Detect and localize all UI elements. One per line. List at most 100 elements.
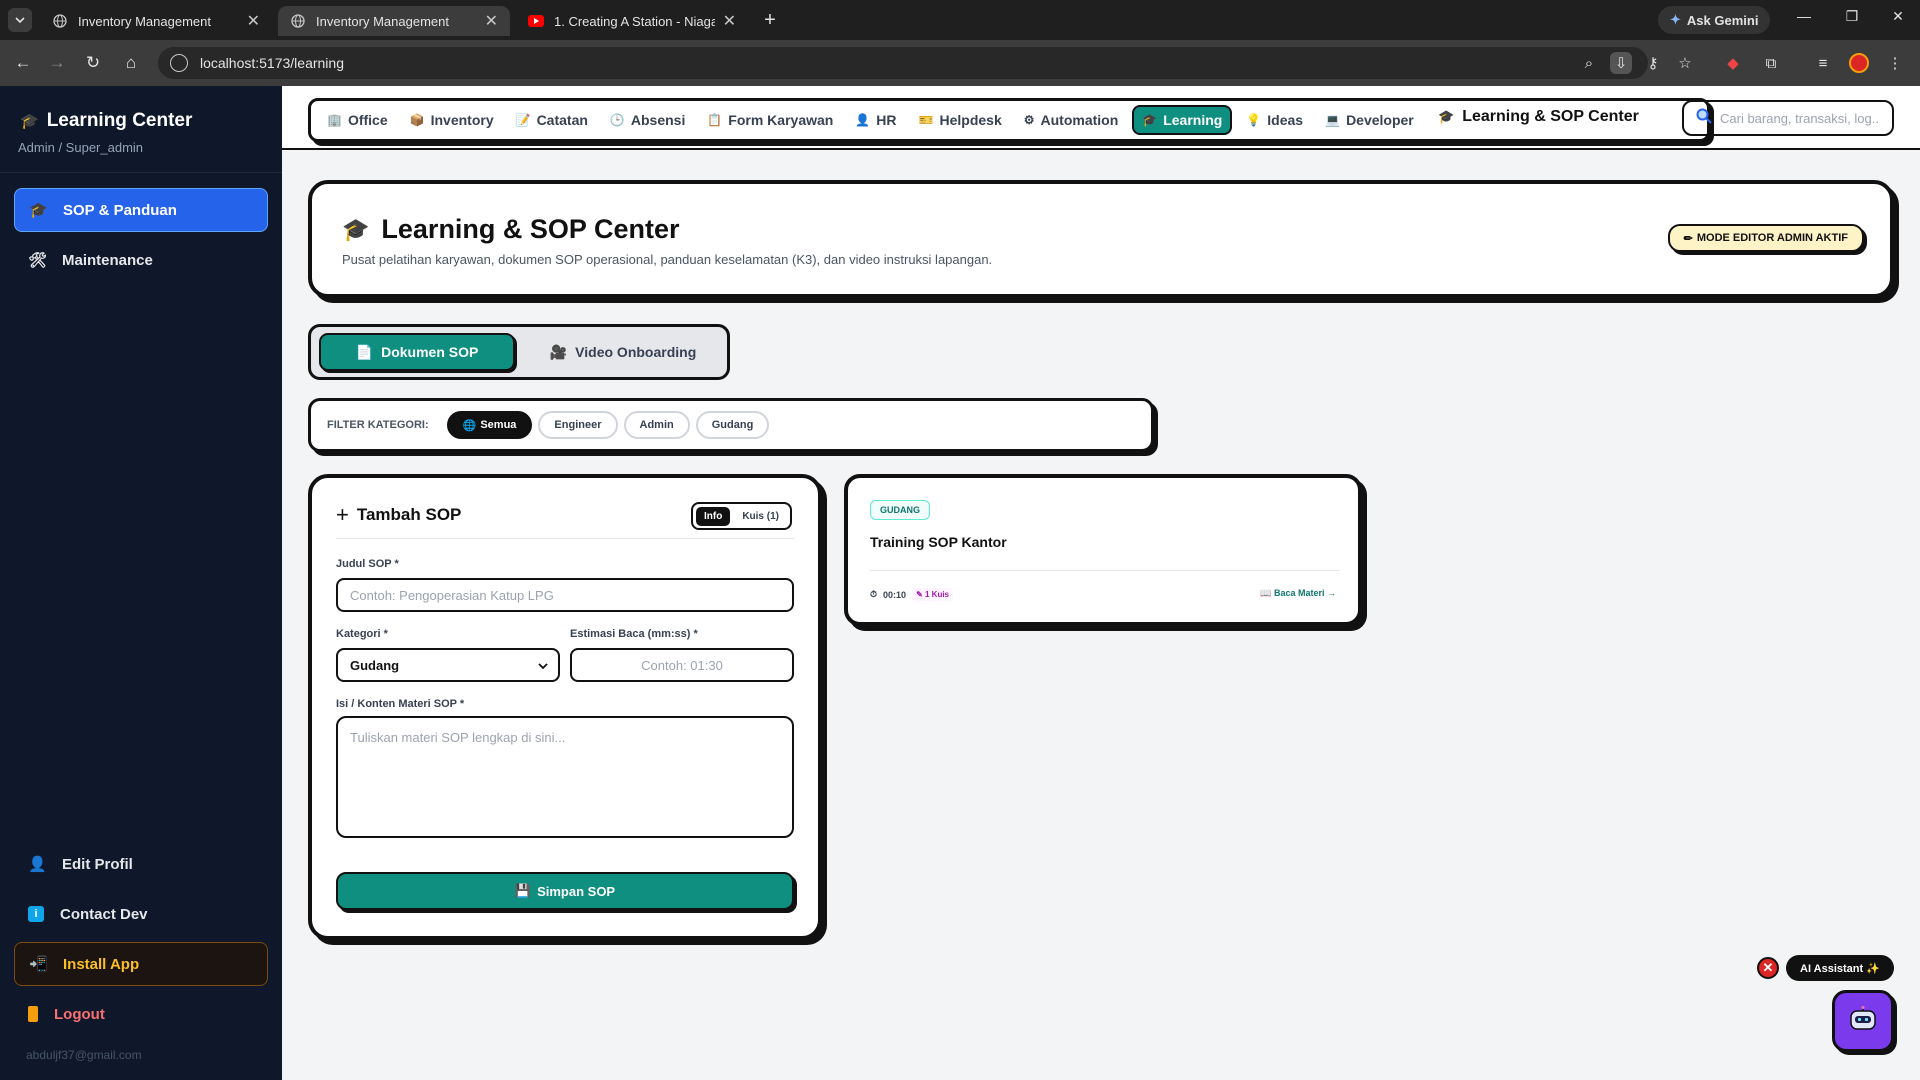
nav-ideas[interactable]: 💡 Ideas <box>1238 105 1311 135</box>
password-key-icon[interactable]: ⚷ <box>1642 52 1664 74</box>
sop-meta: ⏱ 00:10 ✎ 1 Kuis <box>870 588 954 601</box>
ai-assistant-label[interactable]: AI Assistant ✨ <box>1786 955 1894 981</box>
chip-label: Gudang <box>711 419 754 431</box>
gemini-sparkle-icon: ✦ <box>1670 12 1681 27</box>
forward-arrow-icon[interactable]: → <box>44 50 70 76</box>
plus-icon: + <box>336 502 349 527</box>
close-icon[interactable]: ✕ <box>723 11 736 31</box>
browser-menu-icon[interactable]: ⋮ <box>1884 52 1906 74</box>
form-divider <box>336 538 794 539</box>
quiz-badge: ✎ 1 Kuis <box>912 588 954 601</box>
save-sop-button[interactable]: 💾 Simpan SOP <box>336 872 794 910</box>
form-section-toggle: Info Kuis (1) <box>691 502 792 530</box>
filter-chip-engineer[interactable]: Engineer <box>538 411 618 439</box>
zoom-icon[interactable]: ⌕ <box>1578 52 1600 74</box>
nav-developer[interactable]: 💻 Developer <box>1317 105 1422 135</box>
filter-chip-gudang[interactable]: Gudang <box>695 411 770 439</box>
content-type-tabs: 📄 Dokumen SOP 🎥 Video Onboarding <box>308 324 730 380</box>
install-app-button[interactable]: 📲 Install App <box>14 942 268 986</box>
konten-label: Isi / Konten Materi SOP * <box>336 698 465 710</box>
read-material-link[interactable]: 📖 Baca Materi → <box>1260 588 1336 599</box>
install-icon: 📲 <box>29 956 48 973</box>
document-icon: 📄 <box>355 343 374 360</box>
filter-chip-admin[interactable]: Admin <box>623 411 690 439</box>
nav-helpdesk[interactable]: 🎫 Helpdesk <box>911 105 1010 135</box>
nav-inventory[interactable]: 📦 Inventory <box>402 105 502 135</box>
chip-label: Semua <box>480 419 517 431</box>
tab-label: Dokumen SOP <box>381 344 479 360</box>
bookmark-star-icon[interactable]: ☆ <box>1674 52 1696 74</box>
nav-form-karyawan[interactable]: 📋 Form Karyawan <box>699 105 841 135</box>
browser-tab[interactable]: Inventory Management ✕ <box>40 6 272 36</box>
page-breadcrumb: 🎓 Learning & SOP Center <box>1438 108 1639 126</box>
gear-icon: ⚙ <box>1023 113 1035 127</box>
tab-video-onboarding[interactable]: 🎥 Video Onboarding <box>525 333 721 371</box>
note-icon: 📝 <box>515 113 531 127</box>
sop-title: Training SOP Kantor <box>870 534 1007 550</box>
extension-icon[interactable]: ◆ <box>1722 52 1744 74</box>
nav-learning[interactable]: 🎓 Learning <box>1132 105 1233 135</box>
tab-dokumen-sop[interactable]: 📄 Dokumen SOP <box>319 333 515 371</box>
home-icon[interactable]: ⌂ <box>118 50 144 76</box>
sidebar-item-sop-panduan[interactable]: 🎓 SOP & Panduan <box>14 188 268 232</box>
minimize-button[interactable]: — <box>1784 8 1824 24</box>
profile-avatar-icon[interactable] <box>1848 52 1870 74</box>
konten-textarea[interactable]: Tuliskan materi SOP lengkap di sini... <box>336 716 794 838</box>
pencil-icon: ✏ <box>1683 232 1693 245</box>
window-close-button[interactable]: ✕ <box>1878 8 1918 25</box>
ai-assistant-close-button[interactable]: ✕ <box>1757 957 1779 979</box>
kategori-value: Gudang <box>350 657 400 673</box>
filter-chip-semua[interactable]: 🌐 Semua <box>446 411 533 439</box>
form-title-text: Tambah SOP <box>356 505 462 524</box>
nav-label: Learning <box>1163 112 1223 128</box>
search-input[interactable] <box>1720 110 1880 126</box>
site-info-icon[interactable] <box>170 54 188 72</box>
global-search[interactable] <box>1682 100 1894 136</box>
reload-icon[interactable]: ↻ <box>80 50 106 76</box>
nav-hr[interactable]: 👤 HR <box>847 105 904 135</box>
nav-automation[interactable]: ⚙ Automation <box>1016 105 1127 135</box>
quiz-count: 1 Kuis <box>925 590 950 599</box>
ai-assistant-button[interactable] <box>1832 990 1894 1052</box>
close-icon[interactable]: ✕ <box>485 11 498 31</box>
sidebar-item-contact-dev[interactable]: i Contact Dev <box>14 892 268 936</box>
seg-kuis[interactable]: Kuis (1) <box>734 507 787 526</box>
sidebar-brand: 🎓 Learning Center <box>20 110 192 132</box>
estimasi-input[interactable]: Contoh: 01:30 <box>570 648 794 682</box>
sidebar-item-maintenance[interactable]: 🛠 Maintenance <box>14 238 268 282</box>
close-icon[interactable]: ✕ <box>247 11 260 31</box>
media-controls-icon[interactable]: ≡ <box>1812 52 1834 74</box>
form-title: + Tambah SOP <box>336 502 461 528</box>
nav-label: Automation <box>1040 112 1119 128</box>
nav-label: Absensi <box>630 112 686 128</box>
ask-gemini-button[interactable]: ✦ Ask Gemini <box>1658 6 1771 34</box>
address-bar[interactable]: localhost:5173/learning <box>158 47 1648 79</box>
seg-info[interactable]: Info <box>696 506 731 526</box>
kategori-label: Kategori * <box>336 628 388 640</box>
nav-office[interactable]: 🏢 Office <box>319 105 396 135</box>
judul-sop-input[interactable]: Contoh: Pengoperasian Katup LPG <box>336 578 794 612</box>
category-badge: GUDANG <box>870 500 930 520</box>
restore-button[interactable]: ❐ <box>1832 8 1872 25</box>
book-icon: 📖 <box>1260 588 1272 598</box>
chevron-down-icon <box>538 658 548 673</box>
page-header-card: 🎓 Learning & SOP Center Pusat pelatihan … <box>308 180 1894 298</box>
top-navigation: 🏢 Office 📦 Inventory 📝 Catatan 🕒 Absensi 📋 Fo… <box>282 86 1920 150</box>
tab-search-button[interactable] <box>8 8 32 32</box>
back-arrow-icon[interactable]: ← <box>10 50 36 76</box>
kategori-select[interactable]: Gudang <box>336 648 560 682</box>
search-icon <box>1696 108 1712 129</box>
globe-icon: 🌐 <box>462 419 477 432</box>
sidebar-item-edit-profil[interactable]: 👤 Edit Profil <box>14 842 268 886</box>
nav-absensi[interactable]: 🕒 Absensi <box>602 105 693 135</box>
category-filter: FILTER KATEGORI: 🌐 Semua Engineer Admin … <box>308 398 1154 452</box>
sop-divider <box>870 570 1340 571</box>
browser-tab-active[interactable]: Inventory Management ✕ <box>278 6 510 36</box>
logout-button[interactable]: Logout <box>14 992 268 1036</box>
extensions-puzzle-icon[interactable]: ⧉ <box>1760 52 1782 74</box>
new-tab-button[interactable]: + <box>758 8 782 32</box>
nav-catatan[interactable]: 📝 Catatan <box>508 105 596 135</box>
install-app-icon[interactable]: ⇩ <box>1610 52 1632 74</box>
sop-card[interactable]: GUDANG Training SOP Kantor ⏱ 00:10 ✎ 1 K… <box>844 474 1362 626</box>
browser-tab[interactable]: 1. Creating A Station - Niagara 4 ✕ <box>516 6 748 36</box>
